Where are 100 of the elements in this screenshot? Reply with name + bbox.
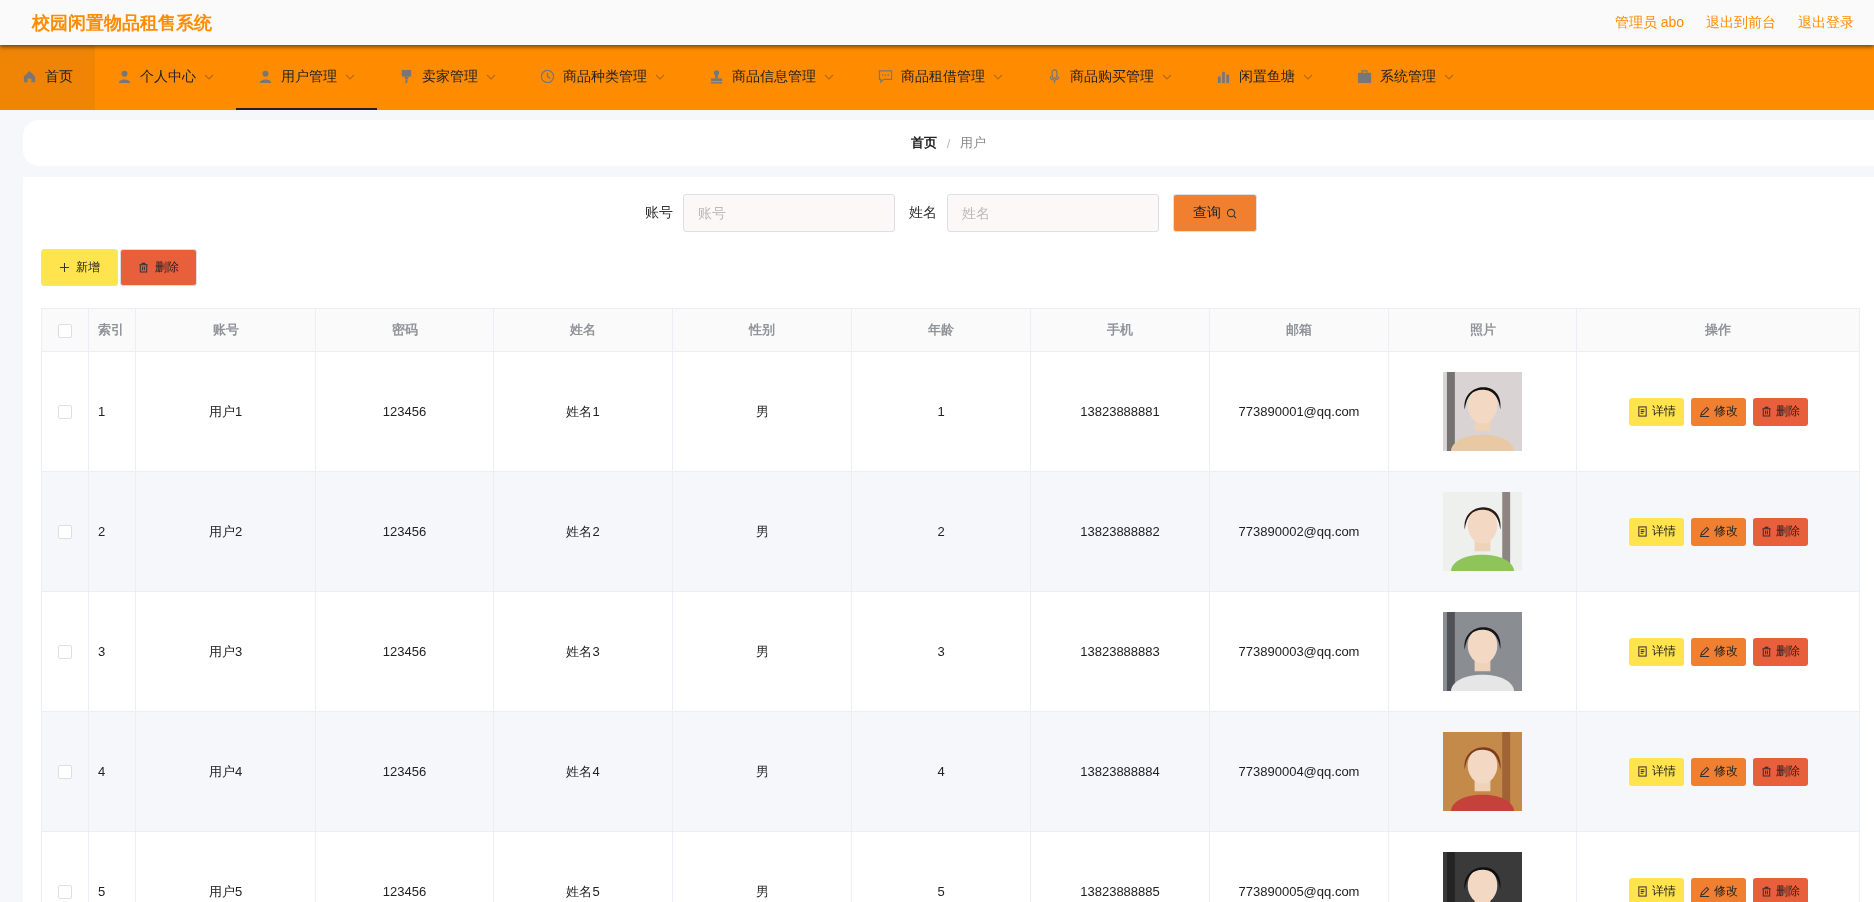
table-cell: 773890003@qq.com	[1238, 644, 1360, 659]
column-header: 操作	[1705, 322, 1731, 337]
nav-item[interactable]: 商品种类管理	[518, 45, 687, 110]
column-header: 照片	[1469, 322, 1496, 337]
table-cell: 123456	[382, 884, 427, 899]
document-icon	[1636, 646, 1648, 657]
edit-button[interactable]: 修改	[1690, 517, 1746, 546]
delete-button[interactable]: 删除	[1752, 877, 1808, 902]
clock-icon	[540, 69, 555, 84]
nav-item[interactable]: 商品信息管理	[687, 45, 856, 110]
table-cell: 13823888884	[1080, 764, 1160, 779]
delete-button[interactable]: 删除	[120, 249, 197, 286]
column-header: 年龄	[928, 322, 954, 337]
trash-icon	[138, 262, 149, 273]
nav-item[interactable]: 首页	[0, 45, 95, 110]
table-cell: 姓名2	[566, 523, 600, 539]
pencil-icon	[1698, 766, 1710, 777]
pencil-icon	[1698, 406, 1710, 417]
app-title: 校园闲置物品租售系统	[32, 11, 212, 35]
nav-item[interactable]: 系统管理	[1335, 45, 1476, 110]
delete-button[interactable]: 删除	[1752, 397, 1808, 426]
details-button[interactable]: 详情	[1628, 757, 1684, 786]
table-cell: 用户3	[208, 643, 243, 659]
pencil-icon	[1698, 646, 1710, 657]
table-cell: 用户1	[208, 403, 243, 419]
add-button[interactable]: 新增	[41, 249, 118, 286]
chevron-icon	[1303, 72, 1313, 81]
table-cell: 123456	[382, 404, 427, 419]
checkbox[interactable]	[58, 405, 72, 420]
breadcrumb-separator: /	[946, 135, 951, 151]
table-cell: 男	[755, 523, 769, 539]
edit-button[interactable]: 修改	[1690, 637, 1746, 666]
checkbox[interactable]	[58, 525, 72, 540]
chevron-icon	[655, 72, 665, 81]
search-button[interactable]: 查询	[1172, 194, 1257, 232]
chevron-icon	[1162, 72, 1172, 81]
table-cell: 773890002@qq.com	[1238, 524, 1360, 539]
column-header: 姓名	[570, 322, 596, 337]
nav-item[interactable]: 商品购买管理	[1025, 45, 1194, 110]
nav-item[interactable]: 闲置鱼塘	[1194, 45, 1335, 110]
delete-button[interactable]: 删除	[1752, 757, 1808, 786]
breadcrumb-item[interactable]: 首页	[910, 134, 937, 152]
trash-icon	[1760, 526, 1772, 537]
column-header: 账号	[212, 322, 239, 337]
table-cell: 男	[755, 883, 769, 899]
search-field[interactable]: 姓名	[946, 194, 1159, 232]
table-cell: 13823888882	[1080, 524, 1160, 539]
table-cell: 13823888883	[1080, 644, 1160, 659]
search-field[interactable]: 账号	[682, 194, 895, 232]
delete-button[interactable]: 删除	[1752, 517, 1808, 546]
trash-icon	[1760, 406, 1772, 417]
details-button[interactable]: 详情	[1628, 397, 1684, 426]
edit-button[interactable]: 修改	[1690, 877, 1746, 902]
document-icon	[1636, 406, 1648, 417]
home-icon	[22, 69, 37, 84]
table-cell: 2	[937, 524, 945, 539]
table-cell: 姓名1	[566, 403, 600, 419]
edit-button[interactable]: 修改	[1690, 757, 1746, 786]
column-header: 密码	[391, 322, 418, 337]
chat-icon	[878, 69, 893, 84]
details-button[interactable]: 详情	[1628, 877, 1684, 902]
checkbox[interactable]	[58, 885, 72, 900]
plus-icon	[59, 262, 70, 273]
nav-item[interactable]: 卖家管理	[377, 45, 518, 110]
pencil-icon	[1698, 526, 1710, 537]
table-cell: 用户5	[208, 883, 243, 899]
stamp-icon	[709, 69, 724, 84]
table-cell: 姓名5	[566, 883, 600, 899]
details-button[interactable]: 详情	[1628, 517, 1684, 546]
column-header: 性别	[749, 322, 775, 337]
table-cell: 4	[98, 764, 106, 779]
delete-button[interactable]: 删除	[1752, 637, 1808, 666]
checkbox[interactable]	[58, 645, 72, 660]
chevron-icon	[345, 72, 355, 81]
table-cell: 男	[755, 643, 769, 659]
table-cell: 123456	[382, 524, 427, 539]
document-icon	[1636, 766, 1648, 777]
user-icon	[258, 69, 273, 84]
edit-button[interactable]: 修改	[1690, 397, 1746, 426]
details-button[interactable]: 详情	[1628, 637, 1684, 666]
table-cell: 4	[937, 764, 945, 779]
table-cell: 3	[98, 644, 106, 659]
chevron-icon	[1444, 72, 1454, 81]
field-label: 账号	[644, 204, 673, 222]
nav-item[interactable]: 商品租借管理	[856, 45, 1025, 110]
trash-icon	[1760, 766, 1772, 777]
nav-item[interactable]: 个人中心	[95, 45, 236, 110]
nav-item[interactable]: 用户管理	[236, 45, 377, 110]
field-label: 姓名	[908, 204, 937, 222]
pin-icon	[399, 69, 414, 84]
checkbox[interactable]	[58, 765, 72, 780]
table-cell: 姓名3	[566, 643, 600, 659]
checkbox[interactable]	[58, 323, 72, 338]
table-cell: 773890005@qq.com	[1238, 884, 1360, 899]
document-icon	[1636, 886, 1648, 897]
column-header: 索引	[98, 322, 124, 337]
table-cell: 5	[937, 884, 945, 899]
chevron-icon	[204, 72, 214, 81]
table-cell: 2	[98, 524, 106, 539]
table-cell: 773890001@qq.com	[1238, 404, 1360, 419]
